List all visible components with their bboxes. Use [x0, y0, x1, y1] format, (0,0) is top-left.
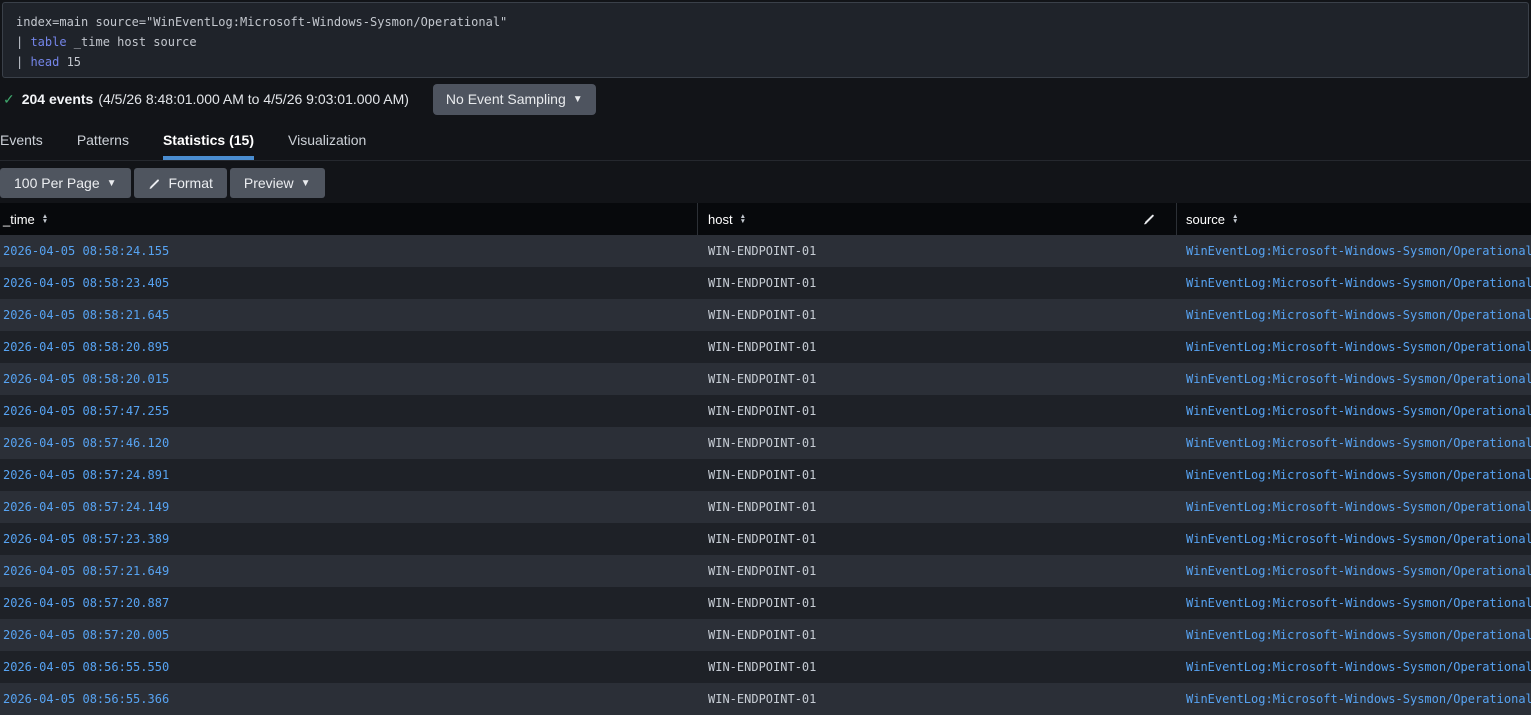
- cell-source[interactable]: WinEventLog:Microsoft-Windows-Sysmon/Ope…: [1177, 244, 1531, 258]
- cell-source[interactable]: WinEventLog:Microsoft-Windows-Sysmon/Ope…: [1177, 564, 1531, 578]
- tab-patterns[interactable]: Patterns: [77, 120, 129, 160]
- query-line: | head 15: [16, 55, 82, 69]
- cell-source[interactable]: WinEventLog:Microsoft-Windows-Sysmon/Ope…: [1177, 500, 1531, 514]
- table-row: 2026-04-05 08:57:24.149 WIN-ENDPOINT-01 Wi…: [0, 491, 1531, 523]
- cell-host[interactable]: WIN-ENDPOINT-01: [698, 468, 1177, 482]
- table-row: 2026-04-05 08:56:55.366 WIN-ENDPOINT-01 Wi…: [0, 683, 1531, 715]
- events-time-range: (4/5/26 8:48:01.000 AM to 4/5/26 9:03:01…: [98, 91, 409, 107]
- cell-time[interactable]: 2026-04-05 08:58:21.645: [0, 308, 698, 322]
- table-row: 2026-04-05 08:58:23.405 WIN-ENDPOINT-01 Wi…: [0, 267, 1531, 299]
- table-row: 2026-04-05 08:57:46.120 WIN-ENDPOINT-01 Wi…: [0, 427, 1531, 459]
- cell-time[interactable]: 2026-04-05 08:58:23.405: [0, 276, 698, 290]
- table-header: _time ▲ ▼ host ▲ ▼ source ▲ ▼: [0, 203, 1531, 235]
- success-check-icon: ✓: [3, 90, 15, 107]
- column-header-source-label: source: [1186, 211, 1226, 227]
- cell-source[interactable]: WinEventLog:Microsoft-Windows-Sysmon/Ope…: [1177, 308, 1531, 322]
- tab-visualization[interactable]: Visualization: [288, 120, 366, 160]
- per-page-button[interactable]: 100 Per Page ▼: [0, 168, 131, 198]
- table-row: 2026-04-05 08:57:20.005 WIN-ENDPOINT-01 Wi…: [0, 619, 1531, 651]
- event-sampling-label: No Event Sampling: [445, 91, 566, 107]
- table-body: 2026-04-05 08:58:24.155 WIN-ENDPOINT-01 Wi…: [0, 235, 1531, 715]
- cell-time[interactable]: 2026-04-05 08:57:47.255: [0, 404, 698, 418]
- cell-source[interactable]: WinEventLog:Microsoft-Windows-Sysmon/Ope…: [1177, 660, 1531, 674]
- cell-time[interactable]: 2026-04-05 08:58:20.895: [0, 340, 698, 354]
- sort-icon[interactable]: ▲ ▼: [42, 213, 48, 225]
- column-header-time[interactable]: _time ▲ ▼: [0, 203, 698, 235]
- cell-host[interactable]: WIN-ENDPOINT-01: [698, 500, 1177, 514]
- cell-time[interactable]: 2026-04-05 08:57:21.649: [0, 564, 698, 578]
- table-row: 2026-04-05 08:57:21.649 WIN-ENDPOINT-01 Wi…: [0, 555, 1531, 587]
- cell-time[interactable]: 2026-04-05 08:57:24.891: [0, 468, 698, 482]
- events-count: 204 events: [21, 91, 94, 107]
- cell-time[interactable]: 2026-04-05 08:56:55.366: [0, 692, 698, 706]
- query-line: index=main source="WinEventLog:Microsoft…: [16, 15, 508, 29]
- cell-time[interactable]: 2026-04-05 08:57:20.887: [0, 596, 698, 610]
- preview-button[interactable]: Preview ▼: [229, 168, 325, 198]
- cell-source[interactable]: WinEventLog:Microsoft-Windows-Sysmon/Ope…: [1177, 596, 1531, 610]
- tab-statistics[interactable]: Statistics (15): [162, 120, 254, 160]
- cell-host[interactable]: WIN-ENDPOINT-01: [698, 692, 1177, 706]
- format-button[interactable]: Format: [133, 168, 227, 198]
- column-header-host-label: host: [708, 211, 733, 227]
- tab-events[interactable]: Events: [0, 120, 43, 160]
- cell-host[interactable]: WIN-ENDPOINT-01: [698, 660, 1177, 674]
- cell-host[interactable]: WIN-ENDPOINT-01: [698, 564, 1177, 578]
- cell-host[interactable]: WIN-ENDPOINT-01: [698, 404, 1177, 418]
- cell-time[interactable]: 2026-04-05 08:56:55.550: [0, 660, 698, 674]
- edit-column-pencil-icon[interactable]: [1142, 212, 1156, 229]
- table-row: 2026-04-05 08:57:23.389 WIN-ENDPOINT-01 Wi…: [0, 523, 1531, 555]
- cell-host[interactable]: WIN-ENDPOINT-01: [698, 276, 1177, 290]
- cell-host[interactable]: WIN-ENDPOINT-01: [698, 628, 1177, 642]
- table-row: 2026-04-05 08:58:20.015 WIN-ENDPOINT-01 Wi…: [0, 363, 1531, 395]
- cell-host[interactable]: WIN-ENDPOINT-01: [698, 340, 1177, 354]
- cell-host[interactable]: WIN-ENDPOINT-01: [698, 244, 1177, 258]
- chevron-down-icon: ▼: [106, 177, 117, 189]
- preview-label: Preview: [243, 175, 294, 191]
- cell-host[interactable]: WIN-ENDPOINT-01: [698, 308, 1177, 322]
- cell-time[interactable]: 2026-04-05 08:57:24.149: [0, 500, 698, 514]
- event-sampling-button[interactable]: No Event Sampling ▼: [432, 83, 596, 115]
- chevron-down-icon: ▼: [572, 93, 583, 105]
- cell-source[interactable]: WinEventLog:Microsoft-Windows-Sysmon/Ope…: [1177, 340, 1531, 354]
- cell-source[interactable]: WinEventLog:Microsoft-Windows-Sysmon/Ope…: [1177, 628, 1531, 642]
- cell-time[interactable]: 2026-04-05 08:58:24.155: [0, 244, 698, 258]
- format-label: Format: [168, 175, 213, 191]
- column-header-host[interactable]: host ▲ ▼: [698, 203, 1177, 235]
- sort-icon[interactable]: ▲ ▼: [740, 213, 746, 225]
- cell-source[interactable]: WinEventLog:Microsoft-Windows-Sysmon/Ope…: [1177, 404, 1531, 418]
- table-row: 2026-04-05 08:58:21.645 WIN-ENDPOINT-01 Wi…: [0, 299, 1531, 331]
- cell-time[interactable]: 2026-04-05 08:57:20.005: [0, 628, 698, 642]
- cell-host[interactable]: WIN-ENDPOINT-01: [698, 436, 1177, 450]
- table-row: 2026-04-05 08:58:20.895 WIN-ENDPOINT-01 Wi…: [0, 331, 1531, 363]
- events-bar: ✓ 204 events (4/5/26 8:48:01.000 AM to 4…: [0, 78, 1531, 120]
- table-row: 2026-04-05 08:58:24.155 WIN-ENDPOINT-01 Wi…: [0, 235, 1531, 267]
- cell-source[interactable]: WinEventLog:Microsoft-Windows-Sysmon/Ope…: [1177, 372, 1531, 386]
- cell-host[interactable]: WIN-ENDPOINT-01: [698, 596, 1177, 610]
- table-row: 2026-04-05 08:57:47.255 WIN-ENDPOINT-01 Wi…: [0, 395, 1531, 427]
- cell-host[interactable]: WIN-ENDPOINT-01: [698, 532, 1177, 546]
- statistics-table: _time ▲ ▼ host ▲ ▼ source ▲ ▼ 2026-04-05 08…: [0, 203, 1531, 715]
- sort-icon[interactable]: ▲ ▼: [1232, 213, 1238, 225]
- statistics-toolbar: 100 Per Page ▼ Format Preview ▼: [0, 161, 1531, 203]
- pencil-icon: [148, 177, 161, 190]
- table-row: 2026-04-05 08:57:24.891 WIN-ENDPOINT-01 Wi…: [0, 459, 1531, 491]
- cell-source[interactable]: WinEventLog:Microsoft-Windows-Sysmon/Ope…: [1177, 532, 1531, 546]
- column-header-time-label: _time: [3, 211, 35, 227]
- search-query[interactable]: index=main source="WinEventLog:Microsoft…: [2, 2, 1529, 78]
- cell-host[interactable]: WIN-ENDPOINT-01: [698, 372, 1177, 386]
- cell-source[interactable]: WinEventLog:Microsoft-Windows-Sysmon/Ope…: [1177, 276, 1531, 290]
- cell-time[interactable]: 2026-04-05 08:57:23.389: [0, 532, 698, 546]
- cell-source[interactable]: WinEventLog:Microsoft-Windows-Sysmon/Ope…: [1177, 692, 1531, 706]
- cell-source[interactable]: WinEventLog:Microsoft-Windows-Sysmon/Ope…: [1177, 436, 1531, 450]
- results-tabs: Events Patterns Statistics (15) Visualiz…: [0, 120, 1531, 161]
- query-line: | table _time host source: [16, 35, 197, 49]
- cell-source[interactable]: WinEventLog:Microsoft-Windows-Sysmon/Ope…: [1177, 468, 1531, 482]
- cell-time[interactable]: 2026-04-05 08:58:20.015: [0, 372, 698, 386]
- table-row: 2026-04-05 08:56:55.550 WIN-ENDPOINT-01 Wi…: [0, 651, 1531, 683]
- cell-time[interactable]: 2026-04-05 08:57:46.120: [0, 436, 698, 450]
- table-row: 2026-04-05 08:57:20.887 WIN-ENDPOINT-01 Wi…: [0, 587, 1531, 619]
- column-header-source[interactable]: source ▲ ▼: [1177, 203, 1531, 235]
- chevron-down-icon: ▼: [300, 177, 311, 189]
- per-page-label: 100 Per Page: [14, 175, 100, 191]
